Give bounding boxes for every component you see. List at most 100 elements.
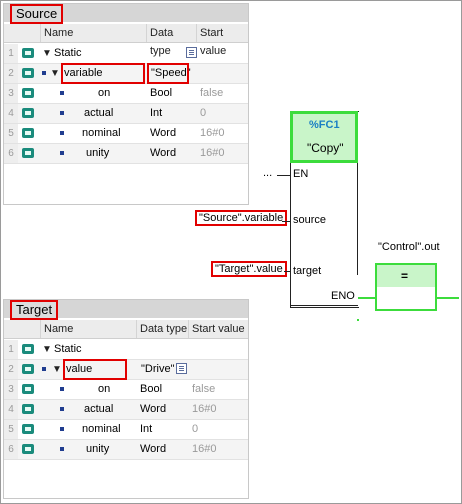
target-wire [284, 271, 290, 272]
member-data-type[interactable]: Int [140, 420, 152, 439]
table-row[interactable]: 1 ▼ Static [4, 340, 248, 360]
member-start-value[interactable]: 0 [192, 420, 198, 439]
member-start-value[interactable]: 16#0 [200, 144, 224, 163]
db-member-icon [22, 424, 34, 434]
row-number: 6 [4, 144, 18, 163]
member-data-type[interactable]: Word [150, 124, 176, 143]
expand-triangle-icon[interactable]: ▼ [52, 362, 62, 377]
target-table-header: Name Data type Start value [4, 320, 248, 339]
source-table-header: Name Data type Start value [4, 24, 248, 57]
expand-triangle-icon[interactable]: ▼ [42, 342, 52, 357]
db-member-icon [22, 444, 34, 454]
variable-highlight [61, 63, 145, 84]
header-start-value[interactable]: Start value [188, 320, 248, 338]
db-member-icon [22, 48, 34, 58]
source-operand[interactable]: "Source".variable [195, 210, 288, 226]
output-wire [437, 297, 459, 299]
expand-triangle-icon[interactable]: ▼ [50, 66, 60, 81]
member-bullet-icon [60, 387, 64, 391]
member-bullet-icon [42, 367, 46, 371]
header-data-type[interactable]: Data type [146, 24, 196, 57]
member-name[interactable]: Static [54, 340, 82, 359]
row-number: 2 [4, 360, 18, 379]
row-number: 1 [4, 44, 18, 63]
db-member-icon [22, 364, 34, 374]
member-name[interactable]: actual [84, 400, 113, 419]
member-name[interactable]: actual [84, 104, 113, 123]
target-operand[interactable]: "Target".value [211, 261, 287, 277]
db-member-icon [22, 88, 34, 98]
row-number: 4 [4, 104, 18, 123]
member-data-type[interactable]: Bool [150, 84, 172, 103]
member-start-value[interactable]: 16#0 [192, 440, 216, 459]
db-member-icon [22, 404, 34, 414]
member-name[interactable]: Static [54, 44, 82, 63]
row-number: 3 [4, 380, 18, 399]
table-row[interactable]: 5 nominal Word 16#0 [4, 124, 248, 144]
db-member-icon [22, 148, 34, 158]
assignment-coil[interactable]: = [375, 263, 437, 311]
member-start-value[interactable]: false [192, 380, 215, 399]
row-number: 5 [4, 420, 18, 439]
member-data-type[interactable]: Int [150, 104, 162, 123]
member-name[interactable]: on [98, 84, 110, 103]
member-start-value[interactable]: 0 [200, 104, 206, 123]
member-name[interactable]: nominal [82, 420, 121, 439]
member-name[interactable]: unity [86, 144, 109, 163]
table-row[interactable]: 4 actual Word 16#0 [4, 400, 248, 420]
member-data-type[interactable]: Word [140, 400, 166, 419]
source-title-bar: Source [4, 4, 248, 24]
block-id: %FC1 [309, 119, 340, 131]
member-bullet-icon [60, 447, 64, 451]
db-member-icon [22, 128, 34, 138]
table-row[interactable]: 1 ▼ Static [4, 44, 248, 64]
member-bullet-icon [60, 151, 64, 155]
value-highlight [63, 359, 127, 380]
table-row[interactable]: 6 unity Word 16#0 [4, 144, 248, 164]
table-row[interactable]: 5 nominal Int 0 [4, 420, 248, 440]
type-menu-icon[interactable] [186, 47, 197, 58]
row-number: 6 [4, 440, 18, 459]
member-name[interactable]: unity [86, 440, 109, 459]
member-bullet-icon [60, 131, 64, 135]
editor-frame: Source Name Data type Start value 1 ▼ St… [0, 0, 462, 504]
block-bottom-edge [290, 305, 358, 306]
member-name[interactable]: on [98, 380, 110, 399]
type-menu-icon[interactable] [176, 363, 187, 374]
target-title: Target [10, 300, 59, 320]
row-number: 1 [4, 340, 18, 359]
member-start-value[interactable]: false [200, 84, 223, 103]
header-start-value[interactable]: Start value [196, 24, 248, 57]
table-row[interactable]: 6 unity Word 16#0 [4, 440, 248, 460]
member-data-type[interactable]: Bool [140, 380, 162, 399]
member-name[interactable]: nominal [82, 124, 121, 143]
en-wire [277, 175, 290, 176]
table-row[interactable]: 4 actual Int 0 [4, 104, 248, 124]
source-db-panel: Source Name Data type Start value 1 ▼ St… [3, 3, 249, 205]
block-bottom-marker [357, 319, 359, 321]
member-bullet-icon [42, 71, 46, 75]
member-data-type[interactable]: "Drive" [141, 360, 174, 379]
row-number: 5 [4, 124, 18, 143]
header-name[interactable]: Name [40, 24, 146, 42]
member-start-value[interactable]: 16#0 [200, 124, 224, 143]
member-bullet-icon [60, 407, 64, 411]
table-row[interactable]: 3 on Bool false [4, 84, 248, 104]
header-data-type[interactable]: Data type [136, 320, 188, 338]
source-pin-label: source [293, 214, 327, 226]
block-right-border [357, 163, 358, 275]
coil-operand[interactable]: "Control".out [378, 241, 440, 253]
member-start-value[interactable]: 16#0 [192, 400, 216, 419]
en-pin-label: EN [293, 168, 309, 180]
coil-symbol: = [401, 269, 409, 283]
db-member-icon [22, 108, 34, 118]
member-data-type[interactable]: Word [140, 440, 166, 459]
speed-type-highlight [147, 63, 189, 84]
expand-triangle-icon[interactable]: ▼ [42, 46, 52, 61]
table-row[interactable]: 3 on Bool false [4, 380, 248, 400]
member-bullet-icon [60, 111, 64, 115]
db-member-icon [22, 384, 34, 394]
header-name[interactable]: Name [40, 320, 136, 338]
member-data-type[interactable]: Word [150, 144, 176, 163]
en-input-placeholder[interactable]: ... [263, 167, 272, 179]
